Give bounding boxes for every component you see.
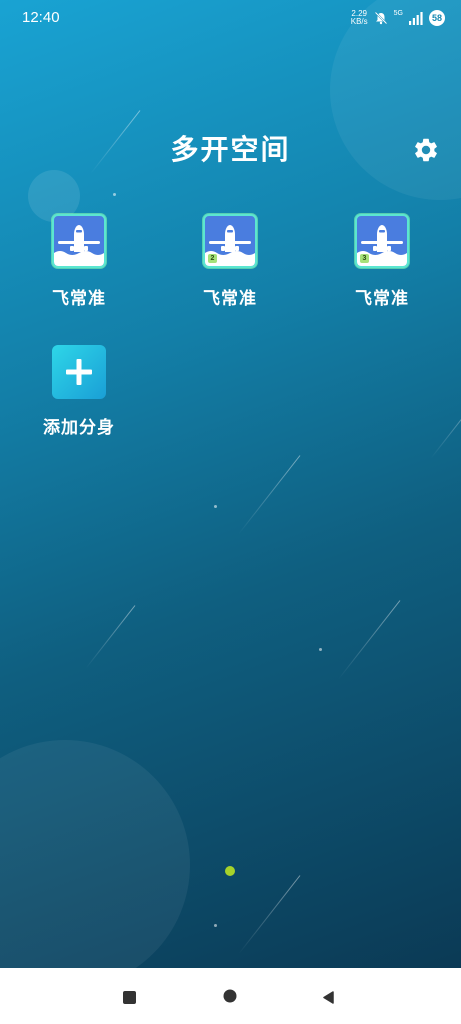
network-speed-unit: KB/s: [350, 17, 368, 26]
background-dot: [113, 193, 116, 196]
gear-icon: [415, 138, 437, 162]
network-speed: 2.29 KB/s: [351, 10, 368, 26]
navigation-bar: [0, 968, 461, 1024]
background-streak: [238, 455, 301, 535]
background-streak: [338, 600, 401, 680]
status-icons: 2.29 KB/s 5G 58: [351, 10, 445, 26]
back-triangle-icon: [323, 991, 334, 1004]
clone-number-badge: 3: [360, 254, 369, 263]
plus-icon: [66, 359, 92, 385]
app-label: 飞常准: [203, 289, 257, 309]
home-circle-icon: [223, 989, 237, 1003]
app-label: 飞常准: [355, 289, 409, 309]
background-streak: [85, 605, 136, 669]
airplane-icon: [54, 225, 104, 266]
app-icon: [52, 214, 106, 268]
app-clone-2[interactable]: 2 飞常准: [170, 214, 290, 309]
mute-icon: [374, 11, 387, 25]
app-clone-1[interactable]: 飞常准: [19, 214, 139, 309]
app-icon: 3: [355, 214, 409, 268]
background-streak: [238, 875, 301, 955]
recents-square-icon: [123, 991, 136, 1004]
background-streak: [430, 395, 461, 459]
network-type: 5G: [393, 9, 403, 17]
background-dot: [319, 648, 322, 651]
background-dot: [214, 924, 217, 927]
status-bar: 12:40 2.29 KB/s 5G 58: [0, 0, 461, 36]
add-clone-tile: [52, 345, 106, 399]
background-glow: [0, 740, 190, 968]
settings-button[interactable]: [412, 136, 440, 164]
signal-icon: [409, 11, 423, 25]
page-title: 多开空间: [170, 133, 291, 166]
app-label: 飞常准: [52, 289, 106, 309]
status-time: 12:40: [22, 9, 60, 26]
app-icon: 2: [203, 214, 257, 268]
recents-button[interactable]: [123, 989, 136, 1008]
app-clone-3[interactable]: 3 飞常准: [322, 214, 442, 309]
back-button[interactable]: [322, 989, 334, 1008]
clone-number-badge: 2: [208, 254, 217, 263]
add-clone-label: 添加分身: [43, 418, 115, 438]
home-button[interactable]: [223, 988, 237, 1007]
background-dot: [214, 505, 217, 508]
add-clone-button[interactable]: 添加分身: [19, 345, 139, 438]
screen: 12:40 2.29 KB/s 5G 58 多开空间 飞常准 2 飞常准 3 飞…: [0, 0, 461, 1024]
page-indicator-dot: [225, 866, 235, 876]
battery-indicator: 58: [429, 10, 445, 26]
